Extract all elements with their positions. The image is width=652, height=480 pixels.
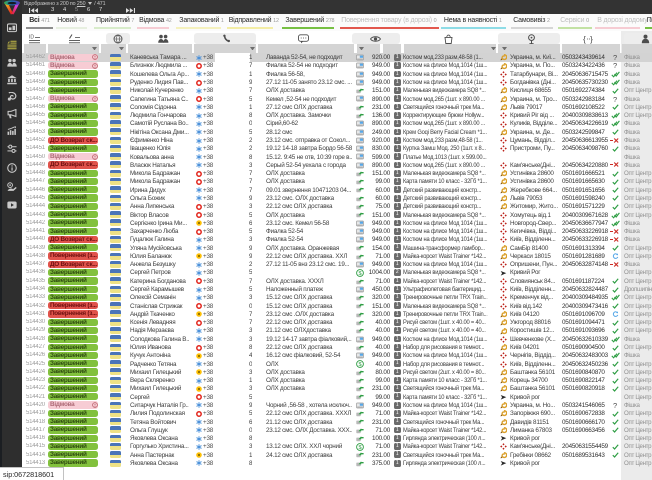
svg-text:}: } [590,34,593,44]
svg-text:{: { [583,34,586,44]
svg-text:ID: ID [29,35,34,41]
